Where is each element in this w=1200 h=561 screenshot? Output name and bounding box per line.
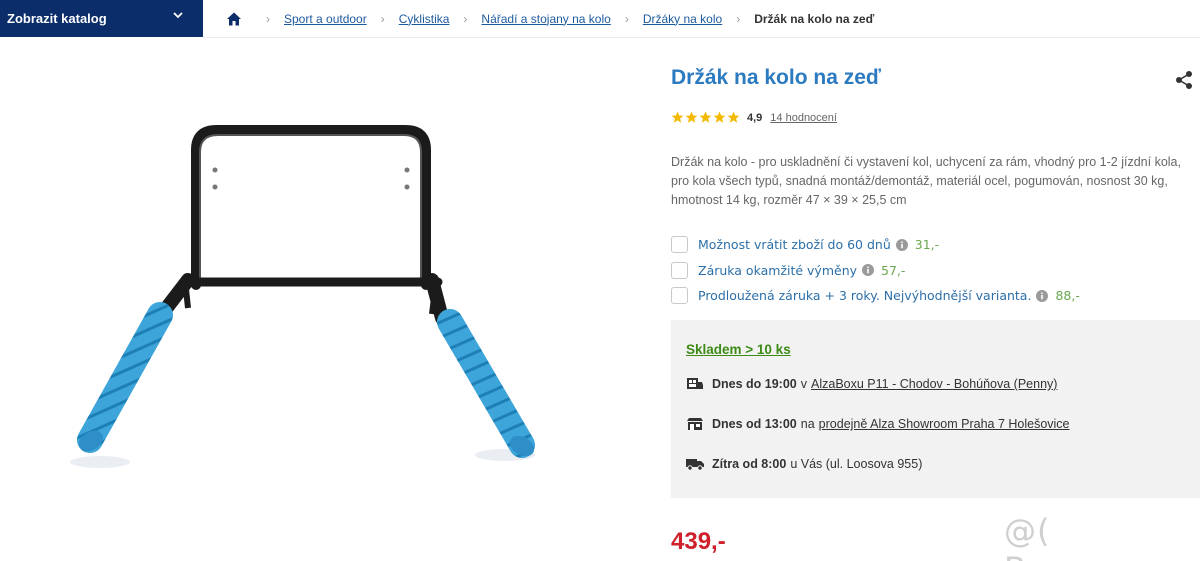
breadcrumb-separator: › [380, 11, 385, 26]
delivery-prep: u Vás (ul. Loosova 955) [790, 457, 923, 471]
breadcrumb: › Sport a outdoor › Cyklistika › Nářadí … [226, 0, 874, 37]
star-icon [671, 111, 684, 123]
breadcrumb-separator: › [266, 11, 270, 26]
alzabox-link[interactable]: AlzaBoxu P11 - Chodov - Bohúňova (Penny) [811, 377, 1057, 391]
option-warranty[interactable]: Prodloužená záruka + 3 roky. Nejvýhodněj… [671, 283, 1080, 309]
breadcrumb-naradi[interactable]: Nářadí a stojany na kolo [481, 12, 610, 26]
delivery-alzabox: Dnes do 19:00 v AlzaBoxu P11 - Chodov - … [686, 377, 1057, 391]
showroom-link[interactable]: prodejně Alza Showroom Praha 7 Holešovic… [819, 417, 1070, 431]
breadcrumb-sport[interactable]: Sport a outdoor [284, 12, 367, 26]
rating: 4,9 14 hodnocení [671, 111, 837, 124]
store-icon [687, 418, 703, 430]
star-icon [685, 111, 698, 123]
option-checkbox[interactable] [671, 236, 688, 254]
info-icon[interactable] [895, 238, 908, 251]
stock-status-link[interactable]: Skladem > 10 ks [686, 342, 791, 357]
breadcrumb-drzaky[interactable]: Držáky na kolo [643, 12, 722, 26]
product-price: 439,- [671, 528, 726, 555]
chevron-down-icon [173, 12, 183, 19]
service-options: Možnost vrátit zboží do 60 dnů 31,- Záru… [671, 232, 1080, 309]
delivery-home: Zítra od 8:00 u Vás (ul. Loosova 955) [686, 457, 922, 471]
delivery-time: Dnes do 19:00 [712, 377, 797, 391]
header-divider [203, 37, 1200, 38]
star-icon [713, 111, 726, 123]
star-icon [727, 111, 740, 123]
alzabox-icon [687, 378, 703, 389]
option-price: 57,- [881, 262, 906, 278]
reviews-link[interactable]: 14 hodnocení [770, 112, 837, 124]
delivery-prep: na [800, 417, 815, 431]
delivery-showroom: Dnes od 13:00 na prodejně Alza Showroom … [686, 417, 1070, 431]
catalog-label: Zobrazit katalog [7, 11, 107, 26]
option-label: Prodloužená záruka + 3 roky. Nejvýhodněj… [698, 288, 1032, 304]
share-icon[interactable] [1174, 70, 1194, 90]
stock-box: Skladem > 10 ks Dnes do 19:00 v AlzaBoxu… [671, 320, 1200, 498]
catalog-button[interactable]: Zobrazit katalog [0, 0, 203, 37]
breadcrumb-separator: › [624, 11, 629, 26]
breadcrumb-cyklistika[interactable]: Cyklistika [399, 12, 450, 26]
option-label: Možnost vrátit zboží do 60 dnů [698, 237, 891, 253]
watermark: @( Bazos.cz [1004, 512, 1150, 561]
product-description: Držák na kolo - pro uskladnění či vystav… [671, 155, 1181, 207]
option-return[interactable]: Možnost vrátit zboží do 60 dnů 31,- [671, 232, 1080, 258]
product-image[interactable] [60, 110, 550, 490]
option-checkbox[interactable] [671, 287, 688, 305]
star-icon [699, 111, 712, 123]
breadcrumb-separator: › [463, 11, 468, 26]
option-price: 31,- [914, 237, 940, 253]
rating-value: 4,9 [747, 111, 763, 124]
option-checkbox[interactable] [671, 261, 688, 279]
option-exchange[interactable]: Záruka okamžité výměny 57,- [671, 258, 1080, 284]
breadcrumb-separator: › [736, 11, 741, 26]
breadcrumb-current: Držák na kolo na zeď [754, 11, 875, 26]
product-title: Držák na kolo na zeď [671, 66, 881, 89]
option-price: 88,- [1055, 288, 1080, 304]
info-icon[interactable] [862, 264, 875, 277]
delivery-prep: v [800, 377, 808, 391]
truck-icon [686, 459, 704, 471]
info-icon[interactable] [1036, 289, 1049, 302]
option-label: Záruka okamžité výměny [698, 262, 858, 278]
delivery-time: Zítra od 8:00 [712, 457, 787, 471]
delivery-time: Dnes od 13:00 [712, 417, 797, 431]
rating-stars [671, 111, 740, 124]
home-icon[interactable] [226, 11, 242, 27]
